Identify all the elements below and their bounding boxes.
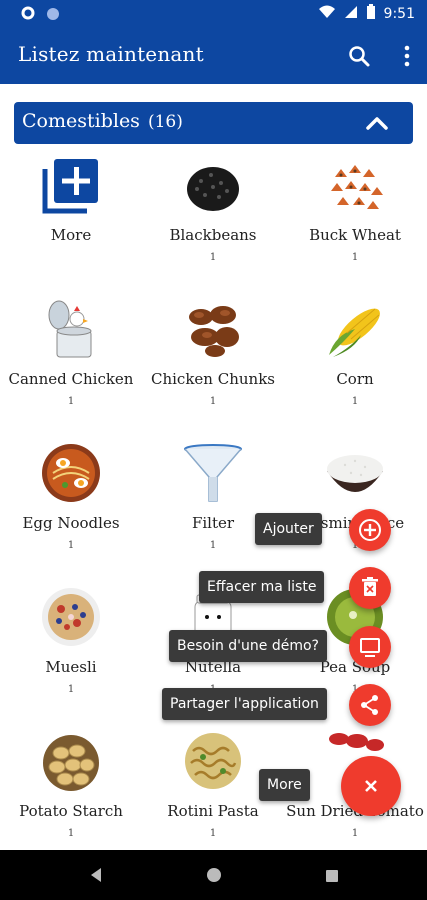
potato-image	[41, 731, 101, 791]
app-bar: Listez maintenant	[0, 28, 427, 84]
close-icon	[365, 780, 377, 792]
system-nav-bar	[0, 850, 427, 900]
category-header[interactable]: Comestibles (16)	[14, 102, 413, 144]
fab-label-demo[interactable]: Besoin d'une démo?	[169, 630, 327, 662]
battery-icon	[366, 4, 376, 24]
corn-image	[325, 299, 385, 359]
grid-item-egg-noodles[interactable]: Egg Noodles 1	[0, 438, 142, 578]
grid-item-blackbeans[interactable]: Blackbeans 1	[142, 150, 284, 290]
grid-item-canned-chicken[interactable]: Canned Chicken 1	[0, 294, 142, 434]
clear-list-fab[interactable]	[349, 567, 391, 609]
grid-item-filter[interactable]: Filter 1	[142, 438, 284, 578]
add-circle-icon	[359, 519, 381, 541]
grid-item-chicken-chunks[interactable]: Chicken Chunks 1	[142, 294, 284, 434]
recents-icon[interactable]	[325, 868, 339, 887]
fab-label-share[interactable]: Partager l'application	[162, 688, 327, 720]
muesli-image	[41, 587, 101, 647]
rice-bowl-image	[325, 443, 385, 503]
funnel-icon	[183, 443, 243, 503]
fab-label-add[interactable]: Ajouter	[255, 513, 322, 545]
grid-item-potato-starch[interactable]: Potato Starch 1	[0, 726, 142, 866]
app-title: Listez maintenant	[18, 42, 204, 66]
chicken-chunks-image	[183, 299, 243, 359]
wifi-icon	[318, 5, 336, 23]
search-icon[interactable]	[347, 44, 371, 68]
blackbeans-image	[183, 155, 243, 215]
demo-fab[interactable]	[349, 626, 391, 668]
grid-item-buck-wheat[interactable]: Buck Wheat 1	[284, 150, 426, 290]
screen-icon	[360, 638, 380, 657]
home-icon[interactable]	[206, 867, 222, 887]
fab-label-more[interactable]: More	[259, 769, 310, 801]
dot-icon	[46, 6, 60, 25]
settings-icon	[20, 5, 36, 25]
chevron-up-icon[interactable]	[365, 112, 389, 134]
signal-icon	[344, 5, 358, 23]
rotini-pasta-image	[183, 731, 243, 791]
back-icon[interactable]	[88, 867, 104, 887]
fab-label-clear[interactable]: Effacer ma liste	[199, 571, 325, 603]
grid-item-jasmine-rice[interactable]: Jasmine Rice 1	[284, 438, 426, 578]
grid-item-more[interactable]: More	[0, 150, 142, 290]
main-fab[interactable]	[341, 756, 401, 816]
status-bar: 9:51	[0, 0, 427, 28]
category-count: (16)	[147, 112, 183, 132]
delete-icon	[362, 577, 378, 596]
buckwheat-image	[325, 155, 385, 215]
grid-item-muesli[interactable]: Muesli 1	[0, 582, 142, 722]
category-title: Comestibles	[22, 110, 140, 132]
egg-noodles-image	[41, 443, 101, 503]
grid-item-corn[interactable]: Corn 1	[284, 294, 426, 434]
overflow-menu-icon[interactable]	[403, 42, 411, 70]
add-fab[interactable]	[349, 509, 391, 551]
share-fab[interactable]	[349, 684, 391, 726]
canned-chicken-image	[41, 299, 101, 359]
add-list-icon	[41, 155, 101, 215]
status-time: 9:51	[383, 6, 415, 22]
share-icon	[361, 695, 378, 715]
